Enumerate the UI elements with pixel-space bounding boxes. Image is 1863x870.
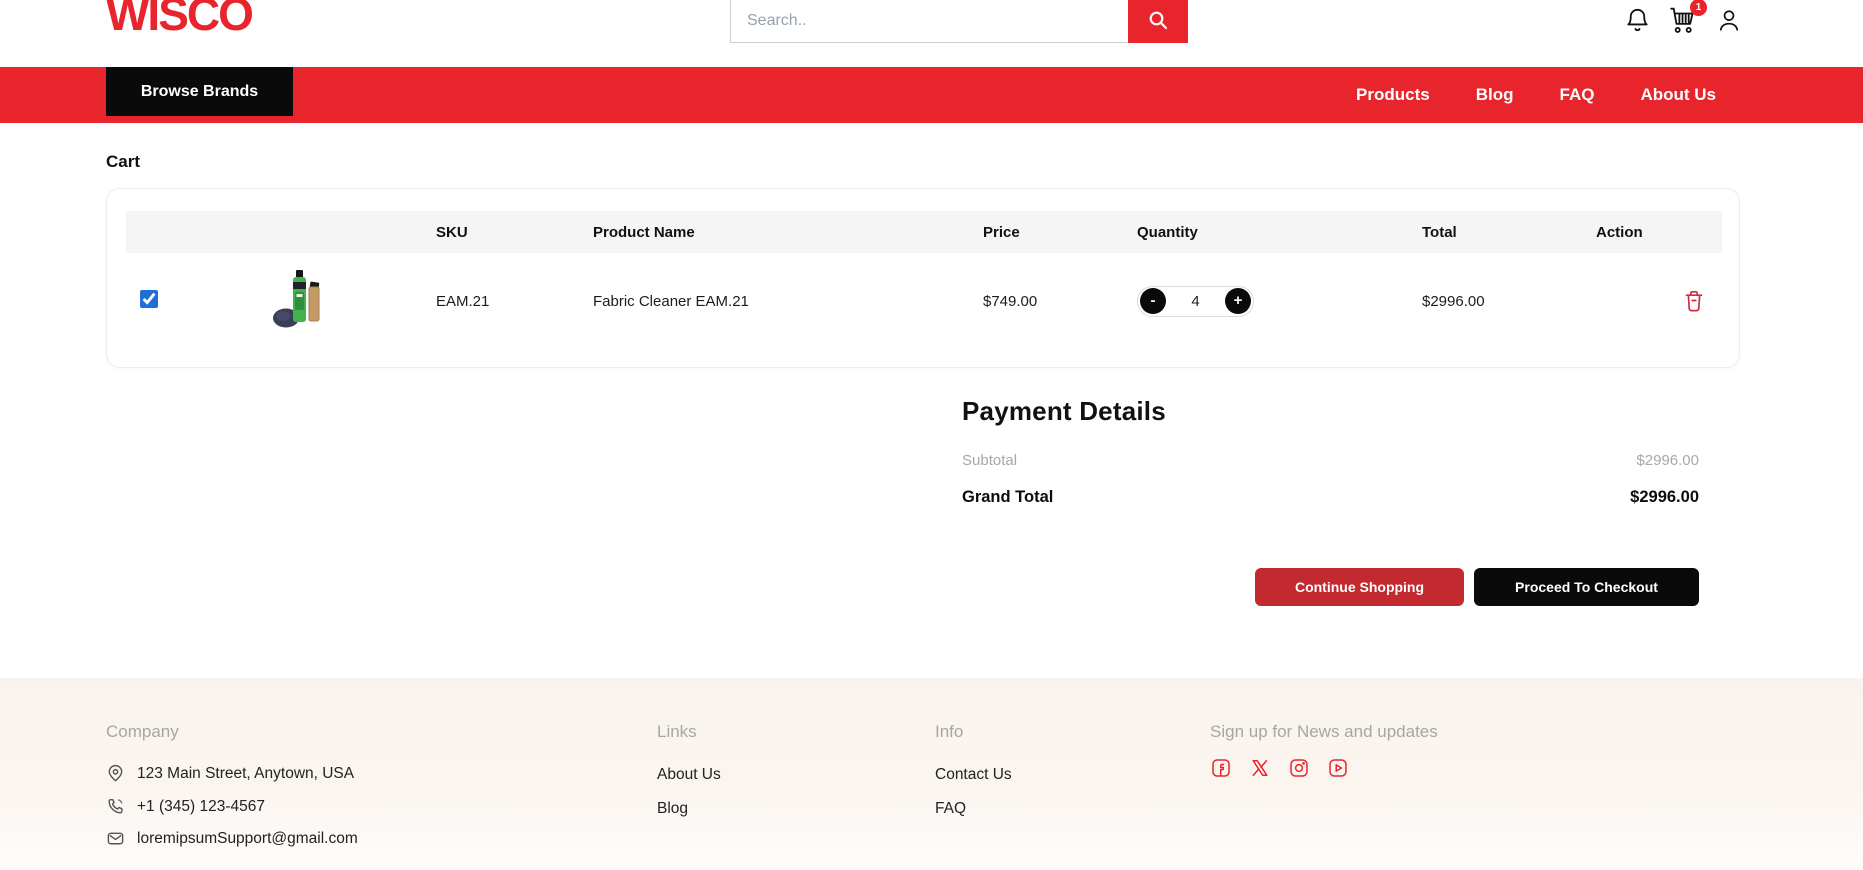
- envelope-icon: [106, 829, 125, 848]
- search-button[interactable]: [1128, 0, 1188, 43]
- cart-button[interactable]: 1: [1669, 6, 1698, 35]
- grand-total-row: Grand Total $2996.00: [962, 488, 1699, 507]
- column-header-quantity: Quantity: [1137, 224, 1422, 241]
- footer-email: loremipsumSupport@gmail.com: [106, 829, 358, 848]
- column-header-product-name: Product Name: [593, 224, 983, 241]
- column-header-sku: SKU: [436, 224, 593, 241]
- browse-brands-button[interactable]: Browse Brands: [106, 67, 293, 116]
- footer-newsletter-heading: Sign up for News and updates: [1210, 722, 1438, 742]
- column-header-action: Action: [1596, 224, 1722, 241]
- cart-page: WISCO: [0, 0, 1863, 870]
- top-header: WISCO: [0, 0, 1863, 60]
- youtube-icon[interactable]: [1328, 758, 1348, 778]
- product-name: Fabric Cleaner EAM.21: [593, 293, 983, 310]
- subtotal-value: $2996.00: [1636, 452, 1699, 469]
- phone-icon: [106, 797, 125, 816]
- page-footer: Company Links Info Sign up for News and …: [0, 678, 1863, 870]
- footer-company-heading: Company: [106, 722, 179, 742]
- footer-link-blog[interactable]: Blog: [657, 800, 688, 818]
- proceed-to-checkout-button[interactable]: Proceed To Checkout: [1474, 568, 1699, 606]
- product-total: $2996.00: [1422, 293, 1596, 310]
- quantity-decrease-button[interactable]: -: [1140, 288, 1166, 314]
- trash-icon: [1684, 290, 1704, 313]
- footer-link-contact-us[interactable]: Contact Us: [935, 766, 1012, 784]
- grand-total-value: $2996.00: [1630, 488, 1699, 507]
- cart-table-row: EAM.21 Fabric Cleaner EAM.21 $749.00 - 4…: [126, 259, 1722, 343]
- nav-link-about-us[interactable]: About Us: [1640, 85, 1716, 105]
- user-icon: [1716, 7, 1742, 33]
- bell-icon: [1624, 7, 1651, 34]
- remove-item-button[interactable]: [1684, 290, 1704, 313]
- nav-link-faq[interactable]: FAQ: [1560, 85, 1595, 105]
- payment-details-title: Payment Details: [962, 396, 1166, 427]
- account-button[interactable]: [1716, 7, 1742, 33]
- location-pin-icon: [106, 764, 125, 783]
- footer-phone-text: +1 (345) 123-4567: [137, 798, 265, 816]
- main-navbar: Browse Brands Products Blog FAQ About Us: [0, 67, 1863, 123]
- cart-table-card: SKU Product Name Price Quantity Total Ac…: [106, 188, 1740, 368]
- column-header-price: Price: [983, 224, 1137, 241]
- nav-links: Products Blog FAQ About Us: [1356, 67, 1716, 123]
- cart-table-header: SKU Product Name Price Quantity Total Ac…: [126, 211, 1722, 253]
- subtotal-row: Subtotal $2996.00: [962, 452, 1699, 469]
- footer-address-text: 123 Main Street, Anytown, USA: [137, 765, 354, 783]
- x-twitter-icon[interactable]: [1250, 758, 1270, 778]
- footer-phone: +1 (345) 123-4567: [106, 797, 265, 816]
- nav-link-blog[interactable]: Blog: [1476, 85, 1514, 105]
- notifications-button[interactable]: [1624, 7, 1651, 34]
- facebook-icon[interactable]: [1211, 758, 1231, 778]
- search-input[interactable]: [730, 0, 1128, 43]
- continue-shopping-button[interactable]: Continue Shopping: [1255, 568, 1464, 606]
- search-bar: [730, 0, 1188, 43]
- product-image: [272, 268, 436, 334]
- cart-badge: 1: [1690, 0, 1707, 16]
- page-title: Cart: [106, 152, 140, 172]
- search-icon: [1147, 9, 1169, 31]
- footer-link-faq[interactable]: FAQ: [935, 800, 966, 818]
- quantity-value: 4: [1191, 293, 1199, 310]
- brand-logo[interactable]: WISCO: [106, 0, 252, 41]
- instagram-icon[interactable]: [1289, 758, 1309, 778]
- quantity-increase-button[interactable]: +: [1225, 288, 1251, 314]
- checkout-actions: Continue Shopping Proceed To Checkout: [1255, 568, 1699, 606]
- product-price: $749.00: [983, 293, 1137, 310]
- footer-address: 123 Main Street, Anytown, USA: [106, 764, 354, 783]
- footer-email-text: loremipsumSupport@gmail.com: [137, 830, 358, 848]
- quantity-stepper: - 4 +: [1137, 286, 1254, 317]
- footer-info-heading: Info: [935, 722, 963, 742]
- social-icons: [1211, 758, 1348, 778]
- header-icons: 1: [1624, 0, 1742, 40]
- grand-total-label: Grand Total: [962, 488, 1053, 507]
- nav-link-products[interactable]: Products: [1356, 85, 1430, 105]
- product-sku: EAM.21: [436, 293, 593, 310]
- column-header-total: Total: [1422, 224, 1596, 241]
- footer-link-about-us[interactable]: About Us: [657, 766, 721, 784]
- row-select-checkbox[interactable]: [140, 290, 158, 308]
- subtotal-label: Subtotal: [962, 452, 1017, 469]
- footer-links-heading: Links: [657, 722, 697, 742]
